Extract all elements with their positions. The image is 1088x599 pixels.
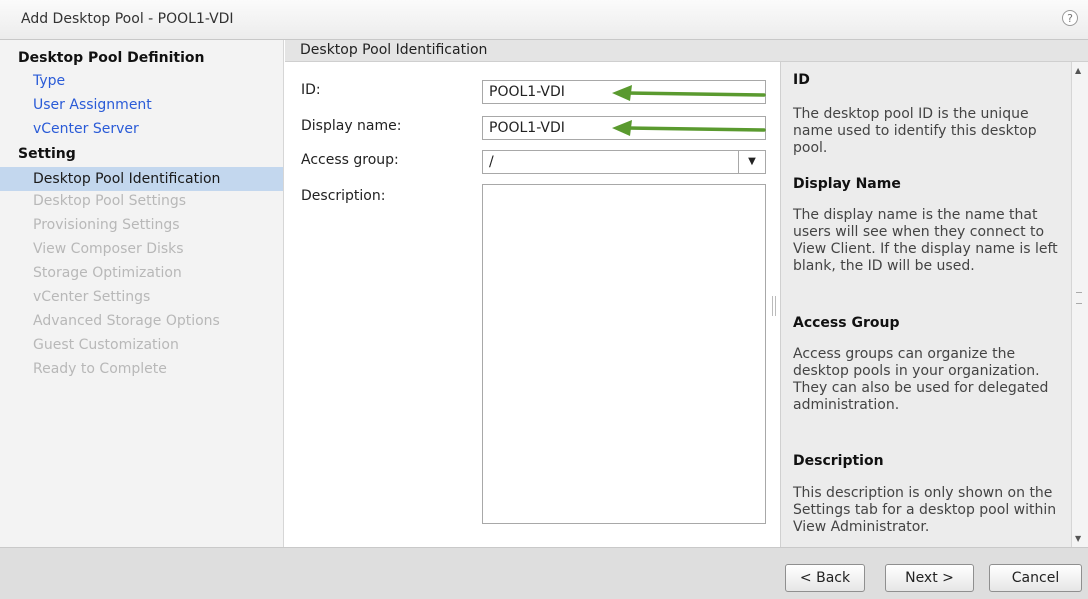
section-title: Desktop Pool Identification: [300, 42, 488, 58]
help-text-display-name: The display name is the name that users …: [793, 207, 1058, 274]
wizard-footer: < Back Next > Cancel: [0, 547, 1088, 599]
chevron-down-icon[interactable]: ▼: [738, 151, 765, 173]
help-text-description: This description is only shown on the Se…: [793, 485, 1057, 535]
help-text-access-group: Access groups can organize the desktop p…: [793, 346, 1049, 413]
nav-item-guest-customization: Guest Customization: [33, 337, 179, 353]
nav-item-storage-optimization: Storage Optimization: [33, 265, 182, 281]
access-group-label: Access group:: [301, 152, 399, 168]
help-heading-id: ID: [793, 72, 810, 88]
nav-item-provisioning-settings: Provisioning Settings: [33, 217, 180, 233]
scroll-thumb[interactable]: [1076, 292, 1082, 304]
nav-group-setting: Setting: [18, 146, 76, 162]
nav-item-ready-to-complete: Ready to Complete: [33, 361, 167, 377]
nav-item-desktop-pool-identification[interactable]: Desktop Pool Identification: [0, 167, 283, 191]
annotation-arrow-display-name-icon: [612, 120, 766, 136]
help-heading-access-group: Access Group: [793, 315, 900, 331]
nav-item-user-assignment[interactable]: User Assignment: [33, 97, 152, 113]
description-textarea[interactable]: [482, 184, 766, 524]
help-heading-description: Description: [793, 453, 884, 469]
nav-item-vcenter-server[interactable]: vCenter Server: [33, 121, 139, 137]
annotation-arrow-id-icon: [612, 85, 766, 101]
next-button[interactable]: Next >: [885, 564, 974, 592]
nav-group-definition: Desktop Pool Definition: [18, 50, 205, 66]
nav-item-view-composer-disks: View Composer Disks: [33, 241, 184, 257]
nav-item-vcenter-settings: vCenter Settings: [33, 289, 151, 305]
wizard-steps-nav: Desktop Pool Definition Type User Assign…: [0, 40, 284, 547]
section-header: Desktop Pool Identification: [285, 40, 1088, 62]
scroll-up-icon[interactable]: ▲: [1075, 66, 1081, 75]
id-label: ID:: [301, 82, 321, 98]
cancel-button[interactable]: Cancel: [989, 564, 1082, 592]
help-text-id: The desktop pool ID is the unique name u…: [793, 106, 1037, 156]
window-title: Add Desktop Pool - POOL1-VDI: [21, 11, 234, 27]
nav-item-desktop-pool-settings: Desktop Pool Settings: [33, 193, 187, 209]
nav-item-type[interactable]: Type: [33, 73, 65, 89]
panel-splitter[interactable]: [772, 296, 776, 316]
title-bar: Add Desktop Pool - POOL1-VDI ?: [0, 0, 1088, 40]
scroll-down-icon[interactable]: ▼: [1075, 534, 1081, 543]
access-group-value: /: [489, 154, 494, 170]
access-group-select[interactable]: / ▼: [482, 150, 766, 174]
help-heading-display-name: Display Name: [793, 176, 901, 192]
help-panel: ID The desktop pool ID is the unique nam…: [780, 62, 1071, 547]
display-name-label: Display name:: [301, 118, 402, 134]
help-icon[interactable]: ?: [1062, 10, 1078, 26]
nav-item-advanced-storage-options: Advanced Storage Options: [33, 313, 220, 329]
back-button[interactable]: < Back: [785, 564, 865, 592]
description-label: Description:: [301, 188, 386, 204]
help-scrollbar[interactable]: ▲ ▼: [1071, 62, 1088, 547]
